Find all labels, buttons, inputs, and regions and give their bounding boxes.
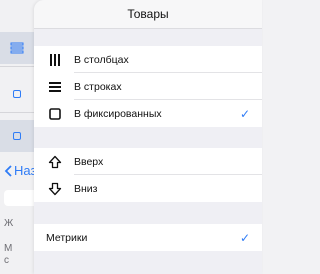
option-fixed[interactable]: В фиксированных ✓ [34,100,262,127]
list-icon [10,42,24,54]
columns-icon [47,52,63,68]
option-label: Вниз [74,182,98,195]
metrics-group: Метрики ✓ [34,224,262,251]
option-move-up[interactable]: Вверх [34,148,262,175]
background-text-2: М с [4,243,13,266]
option-label: В строках [74,80,122,93]
option-columns[interactable]: В столбцах [34,46,262,73]
move-options-group: Вверх Вниз [34,148,262,202]
square-icon [13,132,21,140]
square-icon [13,90,21,98]
background-text: Ж [4,218,14,229]
checkmark-icon: ✓ [239,106,250,121]
checkmark-icon: ✓ [239,230,250,245]
option-label: В фиксированных [74,107,162,120]
arrow-down-icon [47,181,63,197]
option-label: Вверх [74,155,104,168]
option-move-down[interactable]: Вниз [34,175,262,202]
square-icon [47,106,63,122]
option-metrics[interactable]: Метрики ✓ [34,224,262,251]
popover-title: Товары [34,0,262,29]
toolbar-square-button-2[interactable] [0,120,34,152]
chevron-left-icon [4,164,12,177]
arrow-up-icon [47,154,63,170]
option-label: Метрики [46,231,88,244]
back-button[interactable]: Наз [4,163,36,178]
option-label: В столбцах [74,53,129,66]
layout-options-group: В столбцах В строках В фиксированных ✓ [34,46,262,127]
products-popover: Товары В столбцах В строках В фиксирован… [34,0,262,274]
option-rows[interactable]: В строках [34,73,262,100]
list-view-button[interactable] [0,32,34,64]
toolbar-square-button-1[interactable] [0,78,34,110]
left-toolbar [0,0,34,274]
rows-icon [47,79,63,95]
